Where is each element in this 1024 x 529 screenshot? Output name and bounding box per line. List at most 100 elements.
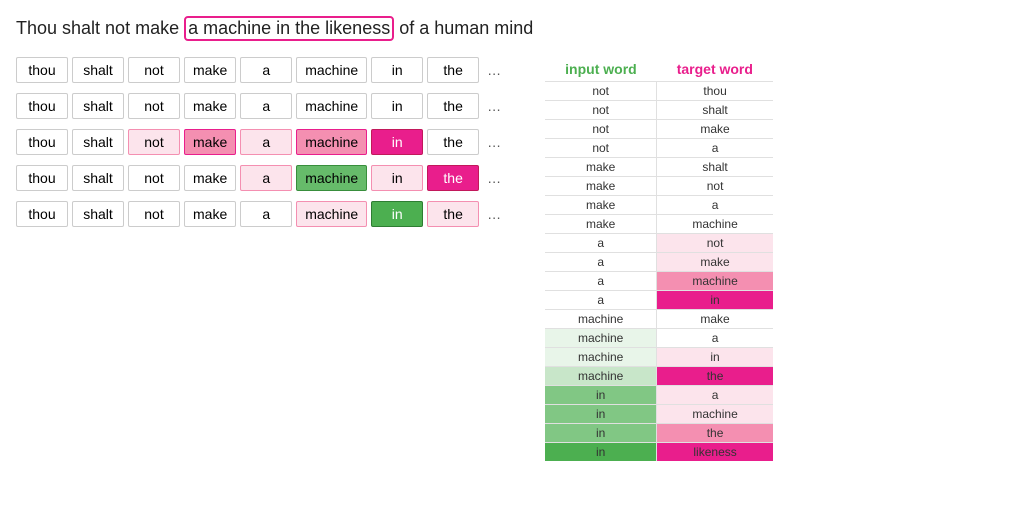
target-cell: make bbox=[657, 310, 773, 329]
word-cell: in bbox=[371, 57, 423, 83]
word-cell: the bbox=[427, 129, 479, 155]
table-row: anot bbox=[545, 234, 773, 253]
word-cell: a bbox=[240, 129, 292, 155]
target-cell: the bbox=[657, 424, 773, 443]
word-cell: not bbox=[128, 93, 180, 119]
word-cell: not bbox=[128, 201, 180, 227]
target-cell: a bbox=[657, 139, 773, 158]
word-cell: in bbox=[371, 129, 423, 155]
word-cell: not bbox=[128, 165, 180, 191]
title: Thou shalt not make a machine in the lik… bbox=[16, 16, 1008, 41]
target-cell: shalt bbox=[657, 158, 773, 177]
word-row-3: thoushaltnotmakeamachineinthe… bbox=[16, 129, 505, 155]
target-cell: thou bbox=[657, 82, 773, 101]
target-cell: likeness bbox=[657, 443, 773, 462]
target-cell: a bbox=[657, 329, 773, 348]
word-cell: shalt bbox=[72, 57, 124, 83]
ellipsis: … bbox=[483, 94, 505, 118]
word-cell: make bbox=[184, 201, 236, 227]
word-cell: make bbox=[184, 165, 236, 191]
word-cell: machine bbox=[296, 201, 367, 227]
title-highlight: a machine in the likeness bbox=[184, 16, 394, 41]
input-cell: machine bbox=[545, 310, 657, 329]
title-suffix: of a human mind bbox=[394, 18, 533, 38]
word-cell: shalt bbox=[72, 93, 124, 119]
main-content: thoushaltnotmakeamachineinthe…thoushaltn… bbox=[16, 57, 1008, 461]
input-cell: in bbox=[545, 424, 657, 443]
table-row: inmachine bbox=[545, 405, 773, 424]
word-cell: the bbox=[427, 93, 479, 119]
input-cell: machine bbox=[545, 348, 657, 367]
input-cell: not bbox=[545, 120, 657, 139]
word-cell: thou bbox=[16, 57, 68, 83]
word-cell: in bbox=[371, 201, 423, 227]
target-cell: a bbox=[657, 386, 773, 405]
word-row-2: thoushaltnotmakeamachineinthe… bbox=[16, 93, 505, 119]
target-cell: a bbox=[657, 196, 773, 215]
word-row-1: thoushaltnotmakeamachineinthe… bbox=[16, 57, 505, 83]
word-cell: thou bbox=[16, 165, 68, 191]
word-cell: shalt bbox=[72, 165, 124, 191]
word-cell: make bbox=[184, 57, 236, 83]
word-cell: thou bbox=[16, 93, 68, 119]
target-word-header: target word bbox=[657, 57, 773, 82]
title-prefix: Thou shalt not make bbox=[16, 18, 184, 38]
ellipsis: … bbox=[483, 58, 505, 82]
input-cell: in bbox=[545, 386, 657, 405]
input-cell: make bbox=[545, 215, 657, 234]
table-row: ain bbox=[545, 291, 773, 310]
table-row: machinemake bbox=[545, 310, 773, 329]
word-cell: thou bbox=[16, 129, 68, 155]
right-panel: input word target word notthounotshaltno… bbox=[545, 57, 773, 461]
word-cell: machine bbox=[296, 93, 367, 119]
word-cell: shalt bbox=[72, 129, 124, 155]
table-row: makeshalt bbox=[545, 158, 773, 177]
target-cell: not bbox=[657, 177, 773, 196]
word-cell: not bbox=[128, 57, 180, 83]
ellipsis: … bbox=[483, 166, 505, 190]
target-cell: machine bbox=[657, 215, 773, 234]
word-cell: a bbox=[240, 165, 292, 191]
word-cell: in bbox=[371, 165, 423, 191]
target-cell: not bbox=[657, 234, 773, 253]
input-cell: not bbox=[545, 101, 657, 120]
ellipsis: … bbox=[483, 202, 505, 226]
input-cell: in bbox=[545, 443, 657, 462]
word-table: input word target word notthounotshaltno… bbox=[545, 57, 773, 461]
target-cell: the bbox=[657, 367, 773, 386]
table-row: makenot bbox=[545, 177, 773, 196]
table-row: makemachine bbox=[545, 215, 773, 234]
word-cell: not bbox=[128, 129, 180, 155]
word-cell: machine bbox=[296, 129, 367, 155]
input-cell: not bbox=[545, 82, 657, 101]
input-cell: not bbox=[545, 139, 657, 158]
table-row: amachine bbox=[545, 272, 773, 291]
word-cell: a bbox=[240, 57, 292, 83]
word-cell: a bbox=[240, 93, 292, 119]
target-cell: make bbox=[657, 120, 773, 139]
table-row: ina bbox=[545, 386, 773, 405]
table-row: inlikeness bbox=[545, 443, 773, 462]
input-cell: a bbox=[545, 253, 657, 272]
word-cell: shalt bbox=[72, 201, 124, 227]
word-cell: machine bbox=[296, 165, 367, 191]
input-word-header: input word bbox=[545, 57, 657, 82]
target-cell: machine bbox=[657, 405, 773, 424]
table-row: notthou bbox=[545, 82, 773, 101]
input-cell: make bbox=[545, 177, 657, 196]
target-cell: in bbox=[657, 291, 773, 310]
left-panel: thoushaltnotmakeamachineinthe…thoushaltn… bbox=[16, 57, 505, 461]
input-cell: machine bbox=[545, 329, 657, 348]
word-row-4: thoushaltnotmakeamachineinthe… bbox=[16, 165, 505, 191]
input-cell: make bbox=[545, 158, 657, 177]
table-row: notmake bbox=[545, 120, 773, 139]
table-row: machinea bbox=[545, 329, 773, 348]
table-row: inthe bbox=[545, 424, 773, 443]
word-cell: machine bbox=[296, 57, 367, 83]
target-cell: in bbox=[657, 348, 773, 367]
table-row: machinethe bbox=[545, 367, 773, 386]
word-cell: thou bbox=[16, 201, 68, 227]
table-row: machinein bbox=[545, 348, 773, 367]
input-cell: a bbox=[545, 272, 657, 291]
input-cell: in bbox=[545, 405, 657, 424]
